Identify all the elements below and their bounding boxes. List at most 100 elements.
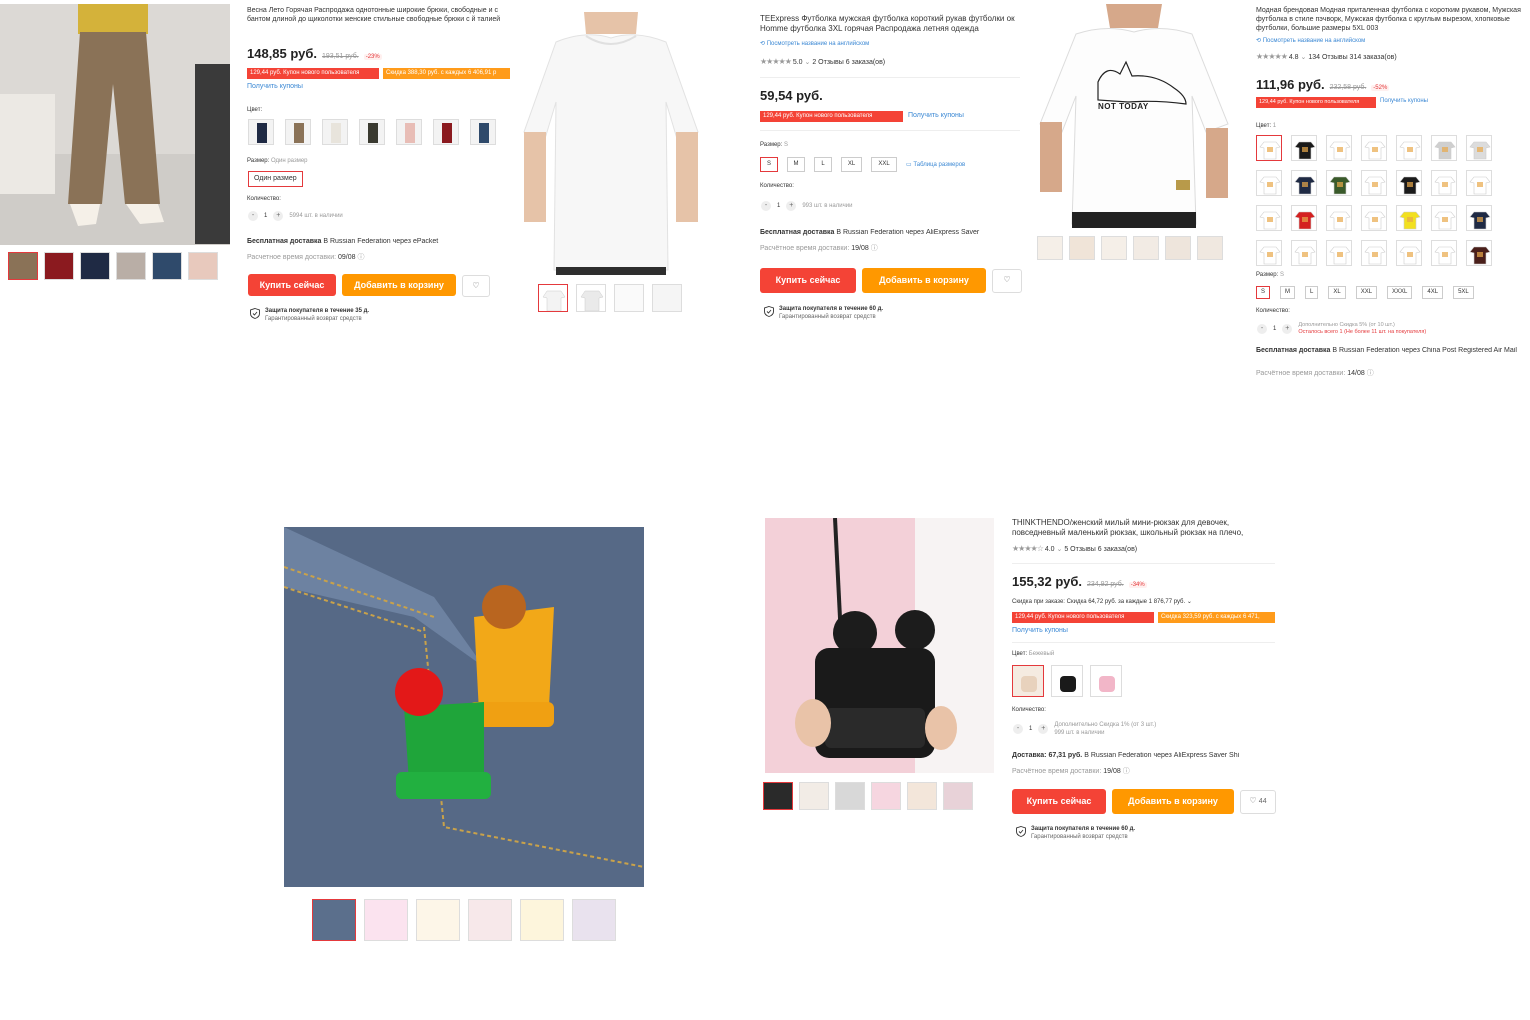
product-2-thumbnail[interactable] [538,284,568,312]
product-5-thumbnail[interactable] [871,782,901,810]
color-swatch[interactable] [1326,240,1352,266]
product-1-thumbnail[interactable] [116,252,146,280]
product-1-buy-now-button[interactable]: Купить сейчас [248,274,336,296]
product-2-buy-now-button[interactable]: Купить сейчас [760,268,856,293]
product-1-thumbnail[interactable] [152,252,182,280]
qty-value[interactable]: 1 [264,213,267,219]
product-1-coupon-discount[interactable]: Скидка 388,30 руб. с каждых 6 406,91 р [383,68,510,79]
color-swatch[interactable] [1431,135,1457,161]
product-3-translate-link[interactable]: ⟲ Посмотреть название на английском [1256,37,1365,44]
product-2-thumbnail[interactable] [614,284,644,312]
product-3-coupon-new-user[interactable]: 129,44 руб. Купон нового пользователя [1256,97,1376,108]
product-1-thumbnail[interactable] [44,252,74,280]
color-swatch[interactable] [1396,170,1422,196]
product-3-get-coupons-link[interactable]: Получить купоны [1380,98,1428,104]
color-swatch[interactable] [1396,240,1422,266]
product-5-thumbnail[interactable] [943,782,973,810]
qty-minus-button[interactable]: - [1013,724,1023,734]
product-2-thumbnail[interactable] [576,284,606,312]
color-swatch[interactable] [470,119,496,145]
product-5-get-coupons-link[interactable]: Получить купоны [1012,627,1068,634]
product-5-thumbnail[interactable] [907,782,937,810]
product-3-thumbnail[interactable] [1101,236,1127,260]
size-option-l[interactable]: L [1305,286,1319,299]
color-swatch[interactable] [396,119,422,145]
qty-value[interactable]: 1 [777,203,780,209]
product-3-reviews[interactable]: 134 Отзывы [1308,54,1347,61]
color-swatch[interactable] [433,119,459,145]
color-swatch[interactable] [1090,665,1122,697]
qty-value[interactable]: 1 [1273,326,1276,332]
size-option-xxl[interactable]: XXL [1355,286,1378,299]
color-swatch[interactable] [1396,135,1422,161]
product-1-wishlist-button[interactable]: ♡ [462,275,490,297]
color-swatch[interactable] [1361,170,1387,196]
size-option-l[interactable]: L [814,157,832,172]
qty-plus-button[interactable]: + [1038,724,1049,734]
product-2-add-to-cart-button[interactable]: Добавить в корзину [862,268,986,293]
product-5-coupon-discount[interactable]: Скидка 323,59 руб. с каждых 6 471, [1158,612,1275,623]
color-swatch[interactable] [1291,135,1317,161]
qty-plus-button[interactable]: + [273,211,284,221]
product-5-add-to-cart-button[interactable]: Добавить в корзину [1112,789,1234,814]
product-2-translate-link[interactable]: ⟲ Посмотреть название на английском [760,40,869,47]
color-swatch[interactable] [1361,240,1387,266]
size-option-s[interactable]: S [1256,286,1271,299]
color-swatch[interactable] [1431,205,1457,231]
color-swatch[interactable] [1361,205,1387,231]
color-swatch[interactable] [1256,170,1282,196]
color-swatch[interactable] [1256,240,1282,266]
color-swatch[interactable] [1396,205,1422,231]
product-4-thumbnail[interactable] [468,899,512,941]
product-5-thumbnail[interactable] [763,782,793,810]
product-3-thumbnail[interactable] [1165,236,1191,260]
product-5-thumbnail[interactable] [799,782,829,810]
color-swatch[interactable] [1326,205,1352,231]
product-4-thumbnail[interactable] [364,899,408,941]
color-swatch[interactable] [1466,170,1492,196]
size-option-m[interactable]: M [1280,286,1296,299]
product-5-thumbnail[interactable] [835,782,865,810]
product-1-thumbnail[interactable] [188,252,218,280]
color-swatch[interactable] [1466,205,1492,231]
size-option-m[interactable]: M [787,157,805,172]
qty-minus-button[interactable]: - [248,211,258,221]
size-chart-link[interactable]: ▭ Таблица размеров [906,161,965,168]
color-swatch[interactable] [322,119,348,145]
product-1-get-coupons-link[interactable]: Получить купоны [247,83,303,90]
product-1-add-to-cart-button[interactable]: Добавить в корзину [342,274,456,296]
color-swatch[interactable] [1431,240,1457,266]
product-5-reviews[interactable]: 5 Отзывы [1064,546,1095,553]
product-2-thumbnail[interactable] [652,284,682,312]
color-swatch[interactable] [1051,665,1083,697]
product-5-wishlist-button[interactable]: ♡ 44 [1240,790,1276,814]
qty-minus-button[interactable]: - [761,201,771,211]
qty-plus-button[interactable]: + [786,201,797,211]
size-option-xl[interactable]: XL [1328,286,1346,299]
qty-minus-button[interactable]: - [1257,324,1267,334]
product-2-wishlist-button[interactable]: ♡ [992,269,1022,293]
color-swatch[interactable] [285,119,311,145]
qty-plus-button[interactable]: + [1282,324,1293,334]
color-swatch[interactable] [1466,135,1492,161]
product-2-reviews[interactable]: 2 Отзывы [812,59,843,66]
product-3-thumbnail[interactable] [1069,236,1095,260]
color-swatch[interactable] [1326,135,1352,161]
product-2-get-coupons-link[interactable]: Получить купоны [908,112,964,119]
color-swatch[interactable] [248,119,274,145]
color-swatch[interactable] [1256,135,1282,161]
color-swatch[interactable] [1291,205,1317,231]
product-5-buy-now-button[interactable]: Купить сейчас [1012,789,1106,814]
product-4-thumbnail[interactable] [520,899,564,941]
color-swatch[interactable] [1361,135,1387,161]
size-option-xl[interactable]: XL [841,157,862,172]
color-swatch[interactable] [1291,170,1317,196]
size-option-xxxl[interactable]: XXXL [1387,286,1413,299]
color-swatch[interactable] [1466,240,1492,266]
color-swatch[interactable] [359,119,385,145]
product-4-thumbnail[interactable] [312,899,356,941]
qty-value[interactable]: 1 [1029,726,1032,732]
product-3-thumbnail[interactable] [1133,236,1159,260]
product-3-thumbnail[interactable] [1037,236,1063,260]
size-option-xxl[interactable]: XXL [871,157,897,172]
